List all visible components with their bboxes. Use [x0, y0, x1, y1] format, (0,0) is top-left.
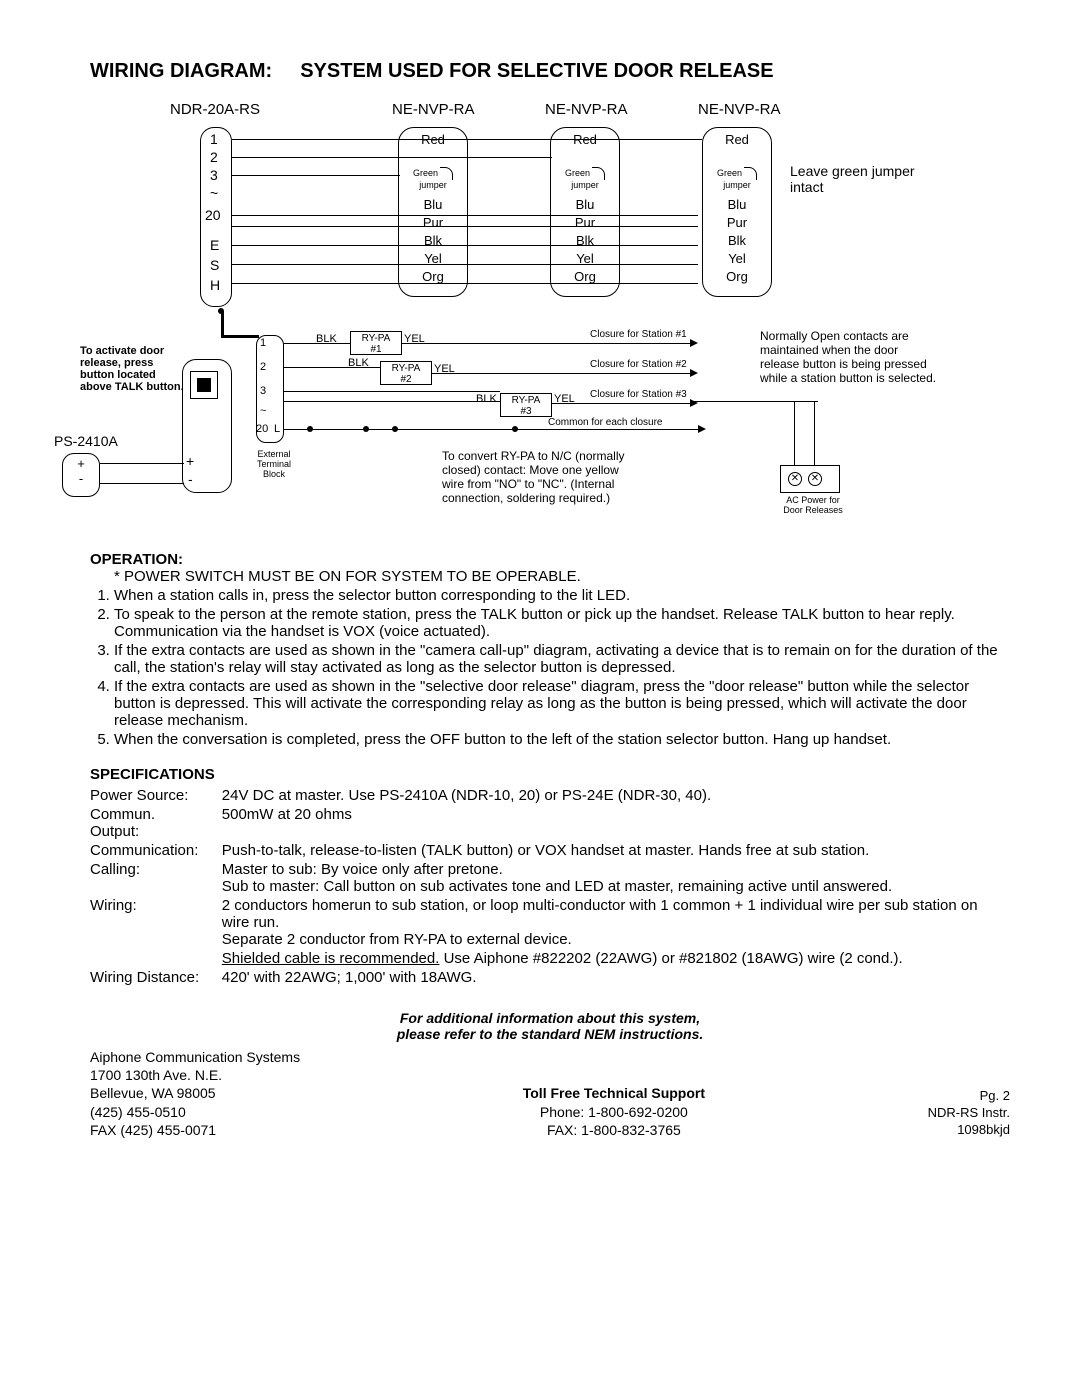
spec-val: Master to sub: By voice only after preto… — [222, 861, 1010, 897]
op-item: If the extra contacts are used as shown … — [114, 642, 1010, 676]
tb-20: 20 — [256, 423, 268, 435]
convert-note: To convert RY-PA to N/C (normally closed… — [442, 449, 632, 505]
wiring-diagram: NDR-20A-RS NE-NVP-RA NE-NVP-RA NE-NVP-RA… — [90, 101, 990, 541]
closure-2: Closure for Station #2 — [590, 359, 687, 370]
nvp1-label: NE-NVP-RA — [392, 101, 475, 118]
spec-val: 24V DC at master. Use PS-2410A (NDR-10, … — [222, 787, 1010, 806]
closure-3: Closure for Station #3 — [590, 389, 687, 400]
footer: For additional information about this sy… — [90, 1010, 1010, 1139]
term-1: 1 — [210, 131, 218, 147]
tb-tilde: ~ — [260, 405, 266, 417]
tb-1: 1 — [260, 337, 266, 349]
spec-val: Shielded cable is recommended. Use Aipho… — [222, 950, 1010, 969]
ac-terminal-2: ✕ — [808, 472, 822, 486]
spec-key: Wiring Distance: — [90, 969, 222, 988]
ps-label: PS-2410A — [54, 433, 118, 449]
spec-key: Calling: — [90, 861, 222, 897]
term-H: H — [210, 277, 220, 293]
wire-yel-1: YEL — [404, 333, 425, 345]
op-item: To speak to the person at the remote sta… — [114, 606, 1010, 640]
ac-terminal-1: ✕ — [788, 472, 802, 486]
spec-key: Power Source: — [90, 787, 222, 806]
wire-blk-3: BLK — [476, 393, 497, 405]
jumper-icon — [440, 167, 453, 180]
nvp-box-2: Red Green jumper Blu Pur Blk Yel Org — [550, 127, 620, 297]
no-contacts-note: Normally Open contacts are maintained wh… — [760, 329, 940, 385]
term-tilde: ~ — [210, 185, 218, 201]
op-item: When a station calls in, press the selec… — [114, 587, 1010, 604]
term-20: 20 — [205, 207, 221, 223]
activate-note: To activate door release, press button l… — [80, 345, 190, 393]
spec-key: Wiring: — [90, 897, 222, 950]
frame-plus: + — [186, 453, 194, 469]
footer-info: please refer to the standard NEM instruc… — [90, 1026, 1010, 1042]
op-item: When the conversation is completed, pres… — [114, 731, 1010, 748]
footer-pageinfo: Pg. 2 NDR-RS Instr. 1098bkjd — [928, 1088, 1010, 1139]
jumper-icon — [592, 167, 605, 180]
jumper-icon — [744, 167, 757, 180]
term-2: 2 — [210, 149, 218, 165]
spec-heading: SPECIFICATIONS — [90, 766, 1010, 783]
spec-key — [90, 950, 222, 969]
spec-val: Push-to-talk, release-to-listen (TALK bu… — [222, 842, 1010, 861]
term-3: 3 — [210, 167, 218, 183]
spec-val: 420' with 22AWG; 1,000' with 18AWG. — [222, 969, 1010, 988]
wire-blk-1: BLK — [316, 333, 337, 345]
operation-heading: OPERATION: — [90, 551, 1010, 568]
wire-yel-3: YEL — [554, 393, 575, 405]
footer-support: Toll Free Technical Support Phone: 1-800… — [523, 1084, 705, 1139]
spec-table: Power Source:24V DC at master. Use PS-24… — [90, 787, 1010, 988]
footer-info: For additional information about this sy… — [90, 1010, 1010, 1026]
nvp-box-3: Red Green jumper Blu Pur Blk Yel Org — [702, 127, 772, 297]
page-title: WIRING DIAGRAM:SYSTEM USED FOR SELECTIVE… — [90, 60, 1010, 83]
wire-yel-2: YEL — [434, 363, 455, 375]
rypa-2: RY-PA#2 — [380, 361, 432, 385]
nvp-box-1: Red Green jumper Blu Pur Blk Yel Org — [398, 127, 468, 297]
tb-L: L — [274, 423, 280, 435]
nvp3-label: NE-NVP-RA — [698, 101, 781, 118]
ps-box: + - — [62, 453, 100, 497]
closure-1: Closure for Station #1 — [590, 329, 687, 340]
term-E: E — [210, 237, 219, 253]
ac-power-label: AC Power for Door Releases — [778, 495, 848, 515]
ext-tb-label: External Terminal Block — [250, 449, 298, 479]
spec-val: 2 conductors homerun to sub station, or … — [222, 897, 1010, 950]
term-S: S — [210, 257, 219, 273]
rypa-3: RY-PA#3 — [500, 393, 552, 417]
ndr-label: NDR-20A-RS — [170, 101, 260, 118]
rypa-1: RY-PA#1 — [350, 331, 402, 355]
nvp2-label: NE-NVP-RA — [545, 101, 628, 118]
tb-2: 2 — [260, 361, 266, 373]
spec-val: 500mW at 20 ohms — [222, 806, 1010, 842]
operation-star: * POWER SWITCH MUST BE ON FOR SYSTEM TO … — [114, 568, 1010, 585]
op-item: If the extra contacts are used as shown … — [114, 678, 1010, 729]
tb-3: 3 — [260, 385, 266, 397]
wire-blk-2: BLK — [348, 357, 369, 369]
spec-key: Communication: — [90, 842, 222, 861]
spec-key: Commun. Output: — [90, 806, 222, 842]
footer-address: Aiphone Communication Systems 1700 130th… — [90, 1048, 300, 1139]
common-closure: Common for each closure — [548, 417, 663, 428]
operation-list: When a station calls in, press the selec… — [90, 587, 1010, 748]
frame-minus: - — [188, 471, 193, 487]
jumper-note: Leave green jumper intact — [790, 163, 920, 195]
